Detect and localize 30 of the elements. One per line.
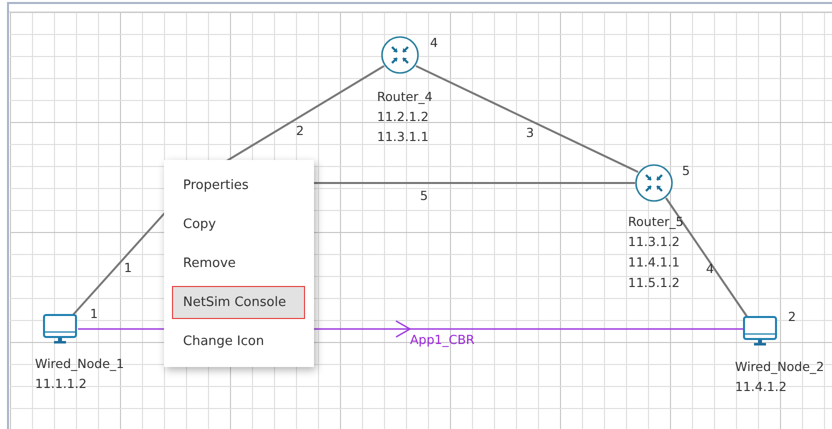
ip-address: 11.3.1.1 [377, 129, 429, 144]
computer-icon[interactable] [743, 316, 777, 346]
device-name: Wired_Node_1 [35, 356, 124, 371]
device-id-label: 5 [682, 163, 690, 178]
device-id-label: 2 [788, 309, 796, 324]
link-label: 5 [420, 188, 428, 203]
device-id-label: 1 [90, 306, 98, 321]
ip-address: 11.4.1.2 [735, 379, 787, 394]
ip-address: 11.4.1.1 [628, 254, 680, 270]
link-label: 2 [296, 123, 304, 138]
link-label: 4 [706, 261, 714, 276]
ip-address: 11.2.1.2 [377, 109, 429, 124]
menu-item[interactable]: Copy [172, 208, 305, 241]
menu-item[interactable]: Change Icon [172, 325, 305, 358]
device-name: Router_5 [628, 214, 684, 229]
ip-address: 11.1.1.2 [35, 376, 87, 391]
computer-icon[interactable] [43, 314, 77, 344]
ip-address: 11.3.1.2 [628, 234, 680, 249]
link-label: 3 [526, 125, 534, 140]
device-name: Router_4 [377, 89, 433, 104]
menu-item[interactable]: Properties [172, 169, 305, 202]
ip-address: 11.5.1.2 [628, 275, 680, 290]
link-label: 1 [124, 260, 132, 275]
router-icon[interactable] [635, 164, 673, 202]
device-name: Wired_Node_2 [735, 359, 824, 374]
router-icon[interactable] [381, 36, 419, 74]
device-id-label: 4 [430, 35, 438, 50]
menu-item[interactable]: Remove [172, 247, 305, 280]
application-label: App1_CBR [410, 332, 475, 347]
menu-item[interactable]: NetSim Console [172, 286, 305, 319]
